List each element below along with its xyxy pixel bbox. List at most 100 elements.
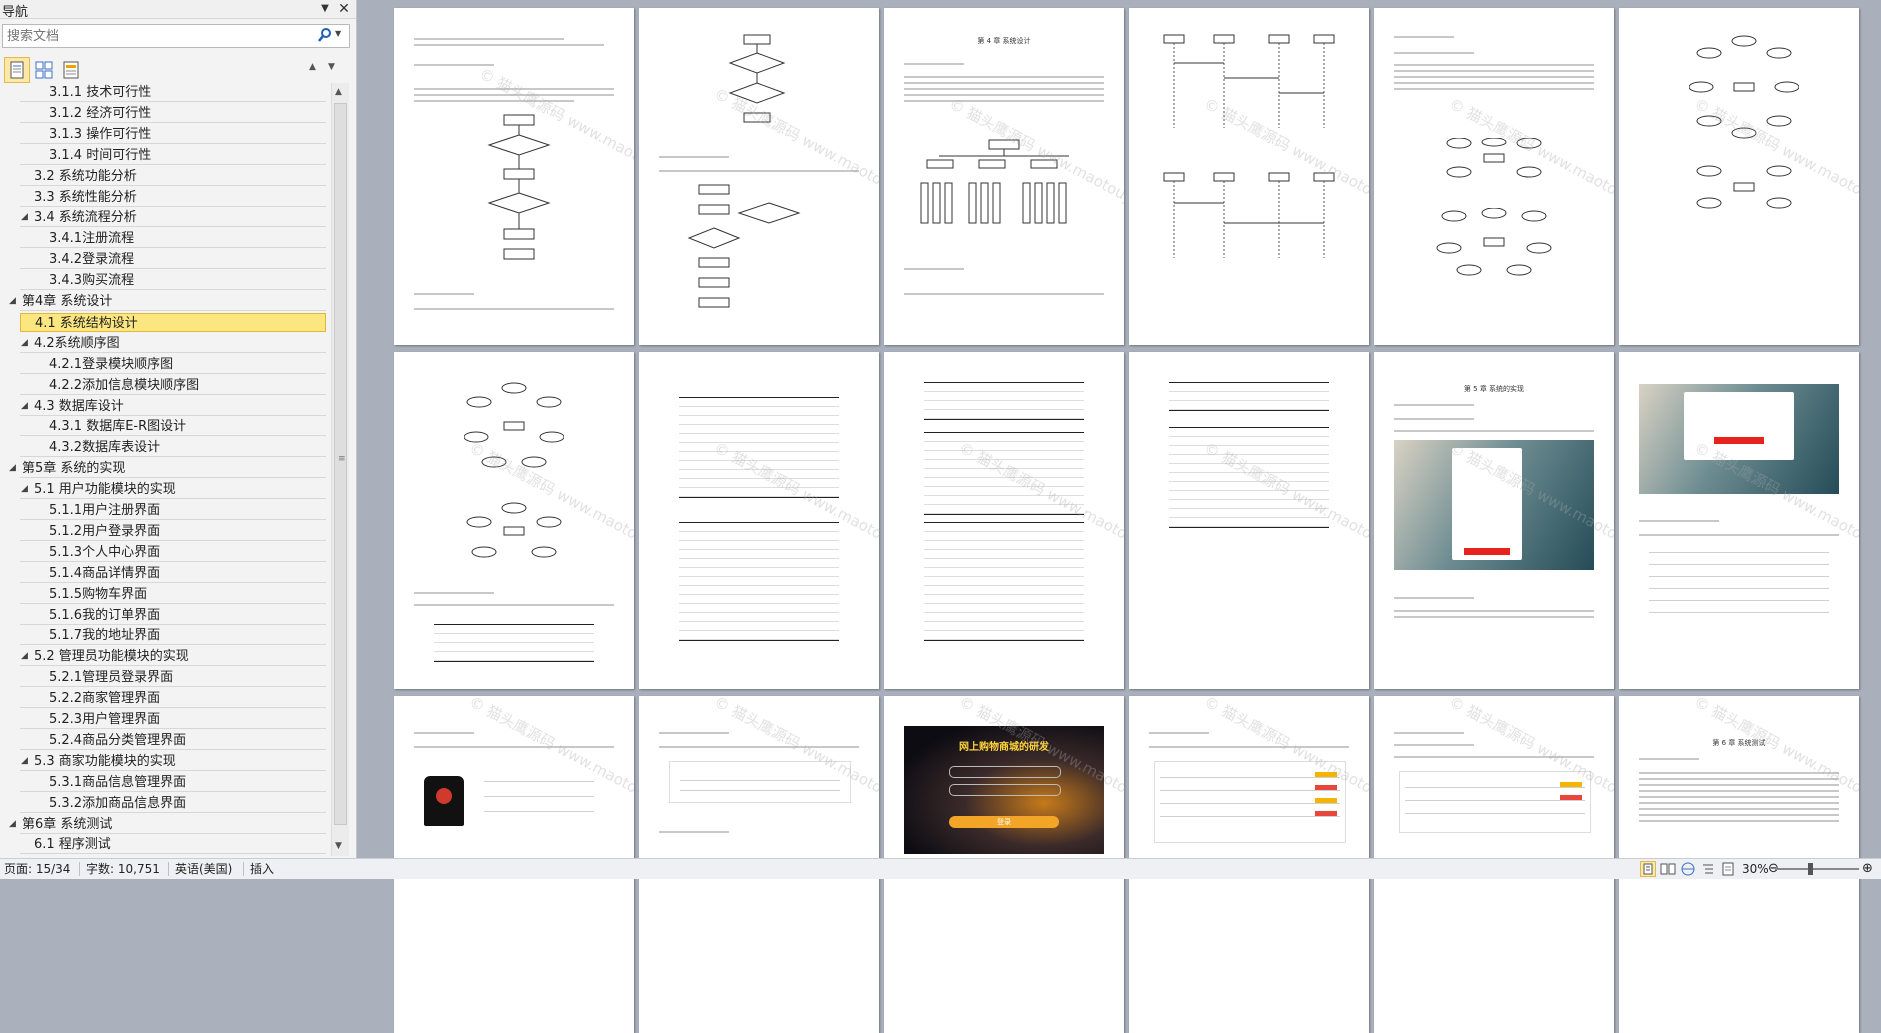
collapse-toggle-icon[interactable]: ◢ [9, 292, 16, 311]
search-icon[interactable] [317, 27, 333, 43]
nav-heading-item[interactable]: 5.1.6我的订单界面 [20, 606, 326, 625]
nav-heading-label: 5.1.3个人中心界面 [49, 544, 161, 560]
page-thumbnail[interactable]: © 猫头鹰源码 www.maotouyingcc.com [1129, 352, 1369, 689]
nav-close-icon[interactable]: ✕ [336, 1, 352, 17]
nav-heading-item[interactable]: 3.1.1 技术可行性 [20, 83, 326, 102]
page-thumbnail[interactable]: © 猫头鹰源码 www.maotouyingcc.com [394, 8, 634, 345]
search-input[interactable] [7, 27, 307, 45]
print-layout-view-button[interactable] [1640, 861, 1656, 877]
page-thumbnail[interactable]: © 猫头鹰源码 www.maotouyingcc.com [1619, 8, 1859, 345]
page-thumbnail[interactable]: © 猫头鹰源码 www.maotouyingcc.com [884, 352, 1124, 689]
nav-heading-item[interactable]: 5.2.4商品分类管理界面 [20, 731, 326, 750]
nav-heading-item[interactable]: 3.2 系统功能分析 [20, 167, 326, 186]
scrollbar-thumb[interactable]: ≡ [334, 103, 347, 825]
nav-heading-item[interactable]: ◢ 5.3 商家功能模块的实现 [20, 752, 326, 771]
flowchart-diagram [687, 184, 801, 308]
scroll-up-icon[interactable]: ▲ [335, 87, 342, 97]
collapse-toggle-icon[interactable]: ◢ [21, 397, 28, 416]
nav-heading-item[interactable]: 3.1.4 时间可行性 [20, 146, 326, 165]
nav-heading-item[interactable]: ◢ 3.4 系统流程分析 [20, 208, 326, 228]
collapse-toggle-icon[interactable]: ◢ [9, 815, 16, 834]
nav-heading-label: 第4章 系统设计 [22, 294, 113, 309]
nav-heading-item[interactable]: 4.3.2数据库表设计 [20, 438, 326, 458]
tab-results[interactable] [58, 57, 84, 83]
page-thumbnail[interactable]: © 猫头鹰源码 www.maotouyingcc.com [639, 352, 879, 689]
web-layout-button[interactable] [1680, 861, 1696, 877]
page-thumbnail[interactable]: © 猫头鹰源码 www.maotouyingcc.com [1374, 8, 1614, 345]
collapse-toggle-icon[interactable]: ◢ [9, 459, 16, 478]
page-thumbnail[interactable]: © 猫头鹰源码 www.maotouyingcc.com [1619, 352, 1859, 689]
nav-heading-item[interactable]: 3.4.3购买流程 [20, 271, 326, 291]
nav-heading-item[interactable]: 5.3.1商品信息管理界面 [20, 773, 326, 792]
nav-heading-item[interactable]: 5.1.1用户注册界面 [20, 501, 326, 520]
nav-heading-label: 第5章 系统的实现 [22, 461, 126, 477]
zoom-in-icon[interactable]: ⊕ [1862, 859, 1873, 879]
nav-scrollbar[interactable]: ▲ ≡ ▼ [331, 83, 349, 856]
nav-heading-label: 3.2 系统功能分析 [34, 168, 137, 184]
page-thumbnail[interactable]: 第 5 章 系统的实现 © 猫头鹰源码 www.maotouyingcc.com [1374, 352, 1614, 689]
nav-heading-label: 4.1 系统结构设计 [35, 315, 138, 331]
nav-heading-item[interactable]: 3.1.3 操作可行性 [20, 125, 326, 144]
page-count[interactable]: 页面: 15/34 [4, 859, 70, 879]
nav-heading-item[interactable]: 4.2.2添加信息模块顺序图 [20, 376, 326, 395]
nav-heading-item[interactable]: 3.1.2 经济可行性 [20, 104, 326, 123]
page-thumbnail[interactable]: © 猫头鹰源码 www.maotouyingcc.com [639, 8, 879, 345]
nav-heading-item[interactable]: 4.2.1登录模块顺序图 [20, 355, 326, 374]
nav-heading-item[interactable]: 3.4.1注册流程 [20, 229, 326, 249]
nav-heading-label: 5.1.4商品详情界面 [49, 565, 161, 581]
nav-heading-item[interactable]: 5.2.3用户管理界面 [20, 710, 326, 729]
nav-heading-item[interactable]: 4.1 系统结构设计 [20, 312, 326, 332]
next-heading-icon[interactable]: ▼ [328, 62, 340, 74]
nav-heading-item[interactable]: 5.1.5购物车界面 [20, 585, 326, 604]
nav-heading-item[interactable]: 5.1.4商品详情界面 [20, 564, 326, 583]
print-layout-icon [1643, 863, 1653, 875]
zoom-slider[interactable] [1775, 863, 1859, 875]
search-box[interactable]: ▼ [2, 24, 350, 48]
nav-heading-item[interactable]: 5.1.2用户登录界面 [20, 522, 326, 541]
collapse-toggle-icon[interactable]: ◢ [21, 208, 28, 227]
nav-heading-item[interactable]: ◢ 4.2系统顺序图 [20, 334, 326, 353]
scroll-down-icon[interactable]: ▼ [335, 841, 342, 851]
nav-heading-item[interactable]: 5.2.1管理员登录界面 [20, 668, 326, 688]
nav-heading-label: 3.1.3 操作可行性 [49, 126, 152, 142]
search-options-chevron-icon[interactable]: ▼ [335, 29, 345, 41]
previous-heading-icon[interactable]: ▲ [309, 62, 321, 74]
zoom-level[interactable]: 30% [1742, 859, 1769, 879]
nav-heading-item[interactable]: ◢ 第4章 系统设计 [9, 292, 326, 311]
tab-pages[interactable] [31, 57, 57, 83]
page-thumbnail[interactable]: © 猫头鹰源码 www.maotouyingcc.com [1129, 8, 1369, 345]
language-indicator[interactable]: 英语(美国) [175, 859, 232, 879]
page-thumbnail[interactable]: 第 4 章 系统设计 © 猫头鹰源码 www.maotouyingcc.com [884, 8, 1124, 345]
nav-heading-item[interactable]: 6.1 程序测试 [20, 835, 326, 855]
nav-heading-label: 4.2.1登录模块顺序图 [49, 356, 174, 372]
document-area[interactable]: © 猫头鹰源码 www.maotouyingcc.com © 猫头鹰源码 www… [357, 0, 1881, 1033]
nav-options-dropdown-icon[interactable]: ▼ [318, 2, 332, 16]
nav-heading-item[interactable]: 5.1.3个人中心界面 [20, 543, 326, 562]
nav-heading-item[interactable]: ◢ 第6章 系统测试 [9, 815, 326, 834]
nav-heading-item[interactable]: 5.3.2添加商品信息界面 [20, 794, 326, 813]
page-thumbnail[interactable]: © 猫头鹰源码 www.maotouyingcc.com [394, 352, 634, 689]
full-screen-reading-button[interactable] [1660, 861, 1676, 877]
word-count[interactable]: 字数: 10,751 [86, 859, 160, 879]
nav-heading-item[interactable]: ◢ 5.1 用户功能模块的实现 [20, 480, 326, 500]
collapse-toggle-icon[interactable]: ◢ [21, 752, 28, 771]
collapse-toggle-icon[interactable]: ◢ [21, 647, 28, 666]
zoom-slider-thumb[interactable] [1808, 863, 1814, 875]
tab-headings[interactable] [4, 57, 30, 83]
nav-heading-item[interactable]: 5.2.2商家管理界面 [20, 689, 326, 709]
nav-heading-label: 3.4.2登录流程 [49, 252, 135, 268]
nav-heading-item[interactable]: 3.4.2登录流程 [20, 250, 326, 270]
collapse-toggle-icon[interactable]: ◢ [21, 334, 28, 353]
nav-heading-item[interactable]: 4.3.1 数据库E-R图设计 [20, 417, 326, 437]
outline-view-button[interactable] [1700, 861, 1716, 877]
nav-heading-item[interactable]: ◢ 第5章 系统的实现 [9, 459, 326, 479]
er-diagram [1436, 208, 1552, 276]
nav-heading-item[interactable]: ◢ 5.2 管理员功能模块的实现 [20, 647, 326, 667]
collapse-toggle-icon[interactable]: ◢ [21, 480, 28, 499]
nav-heading-item[interactable]: ◢ 4.3 数据库设计 [20, 397, 326, 416]
draft-view-button[interactable] [1720, 861, 1736, 877]
nav-heading-item[interactable]: 3.3 系统性能分析 [20, 188, 326, 207]
nav-heading-item[interactable]: 5.1.7我的地址界面 [20, 626, 326, 646]
product-management-screenshot [1399, 771, 1591, 833]
insert-mode-indicator[interactable]: 插入 [250, 859, 274, 879]
